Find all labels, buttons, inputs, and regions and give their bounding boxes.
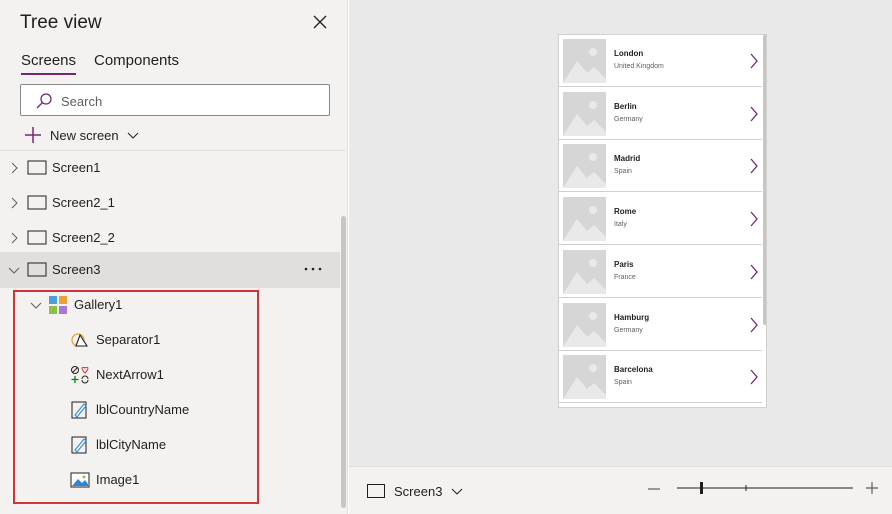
gallery-image [563,302,606,347]
next-arrow-icon[interactable] [749,105,759,123]
gallery-country-label: United Kingdom [614,63,664,70]
more-options-icon[interactable] [302,261,324,277]
next-arrow-icon[interactable] [749,368,759,386]
gallery-country-label: Germany [614,115,643,123]
chevron-right-icon[interactable] [8,232,20,244]
search-box[interactable] [20,84,330,116]
gallery-image [563,197,606,242]
gallery-city-label: London [614,49,644,58]
zoom-in-icon[interactable] [864,480,880,496]
zoom-slider-thumb [700,482,703,494]
image-placeholder-icon [563,249,606,294]
search-icon [36,93,52,109]
gallery-image [563,249,606,294]
tree-item-screen1[interactable]: Screen1 [0,151,340,185]
tree-item-screen3[interactable]: Screen3 [0,252,340,288]
tree-scrollbar[interactable] [341,216,346,508]
tree-item-label: Screen1 [52,160,101,175]
gallery-city-label: Barcelona [614,365,653,375]
tree-item-label: Screen2_1 [52,195,115,210]
image-placeholder-icon [563,302,606,347]
gallery-item[interactable]: Berlin Germany [559,88,762,140]
image-placeholder-icon [563,144,606,189]
tree-item-label: Screen2_2 [52,230,115,245]
tree-item-label: Screen3 [52,262,101,277]
screen-icon [27,195,47,210]
gallery-city-label: Paris [614,259,634,269]
image-placeholder-icon [563,91,606,136]
screen-icon [367,484,385,498]
zoom-out-icon[interactable] [646,481,662,497]
zoom-slider[interactable] [677,482,853,494]
tab-components[interactable]: Components [94,52,179,73]
plus-icon [25,127,41,143]
gallery-scrollbar[interactable] [763,35,766,325]
gallery-item[interactable]: London United Kingdom [559,35,762,87]
gallery-country-label: Italy [614,221,627,229]
screen-selector[interactable]: Screen3 [367,481,463,501]
gallery-city-label: Hamburg [614,312,650,322]
canvas-area[interactable]: London United Kingdom Berlin Germany Madrid S… [349,0,892,466]
chevron-down-icon [127,132,138,139]
gallery-city-label: Berlin [614,101,637,111]
next-arrow-icon[interactable] [749,263,759,281]
image-placeholder-icon [563,355,606,400]
chevron-down-icon[interactable] [8,264,20,276]
gallery-city-label: Madrid [614,154,641,164]
gallery-country-label: Spain [614,168,632,176]
gallery-country-label: France [614,273,636,281]
gallery-city-label: Rome [614,207,637,217]
gallery-image [563,144,606,189]
next-arrow-icon[interactable] [749,157,759,175]
next-arrow-icon[interactable] [749,316,759,334]
gallery-item[interactable]: Rome Italy [559,193,762,246]
gallery-country-label: Germany [614,326,643,334]
next-arrow-icon[interactable] [749,52,759,70]
screen-icon [27,160,47,175]
panel-title: Tree view [20,12,102,33]
gallery-image [563,355,606,400]
screen-selector-label: Screen3 [394,483,443,499]
screen-icon [27,262,47,277]
new-screen-button[interactable]: New screen [24,124,139,146]
screen-icon [27,230,47,245]
gallery-item[interactable]: Madrid Spain [559,140,762,193]
tree-item-screen2-1[interactable]: Screen2_1 [0,186,340,220]
highlight-box [13,290,259,504]
close-button[interactable] [308,10,332,34]
chevron-down-icon [452,488,463,495]
next-arrow-icon[interactable] [749,210,759,228]
chevron-right-icon[interactable] [8,162,20,174]
gallery-item[interactable]: Barcelona Spain [559,351,762,404]
chevron-right-icon[interactable] [8,197,20,209]
new-screen-label: New screen [50,127,119,143]
gallery-country-label: Spain [614,379,632,387]
close-icon [313,15,327,29]
gallery-image [563,39,606,83]
screen-preview: London United Kingdom Berlin Germany Madrid S… [558,34,767,408]
tab-screens[interactable]: Screens [21,52,77,75]
image-placeholder-icon [563,39,606,83]
bottom-bar: Screen3 [349,466,892,514]
image-placeholder-icon [563,197,606,242]
gallery-item[interactable]: Hamburg Germany [559,299,762,351]
gallery-image [563,91,606,136]
tree-item-screen2-2[interactable]: Screen2_2 [0,221,340,255]
search-input[interactable] [61,91,321,111]
tree-view-panel: Tree view Screens Components New screen [0,0,348,514]
gallery-item[interactable]: Paris France [559,246,762,298]
